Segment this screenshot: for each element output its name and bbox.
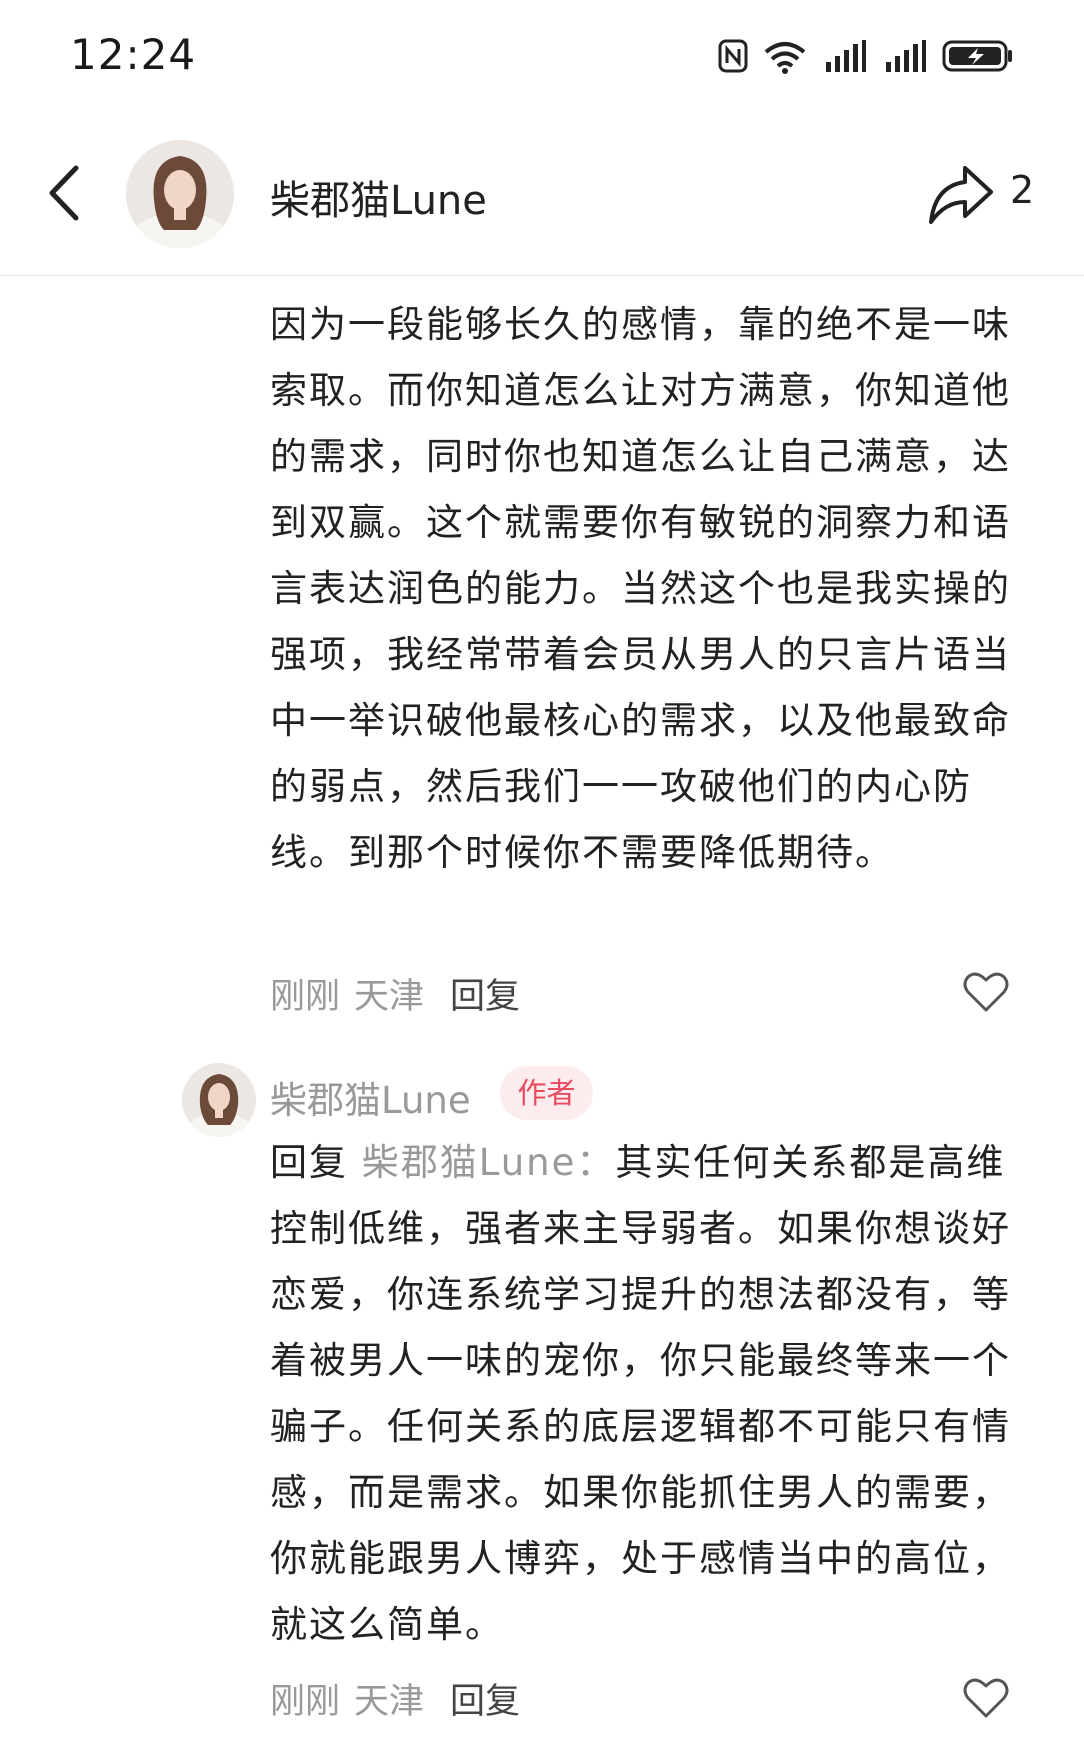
share-count: 2 xyxy=(1010,168,1035,212)
reply-button[interactable]: 回复 xyxy=(450,977,520,1017)
header: 柴郡猫Lune 2 xyxy=(0,120,1084,276)
header-user-name[interactable]: 柴郡猫Lune xyxy=(270,168,487,226)
battery-icon xyxy=(942,38,1014,74)
reply-like-button[interactable] xyxy=(962,1676,1010,1720)
reply-time: 刚刚 xyxy=(270,1682,341,1722)
status-time: 12:24 xyxy=(70,30,197,79)
reply-target-name[interactable]: 柴郡猫Lune： xyxy=(362,1141,616,1184)
signal-icon-2 xyxy=(882,38,928,74)
share-button[interactable] xyxy=(925,162,997,228)
heart-icon xyxy=(963,972,1009,1012)
signal-icon-1 xyxy=(822,38,868,74)
comment-time: 刚刚 xyxy=(270,977,341,1017)
reply-reply-button[interactable]: 回复 xyxy=(450,1682,520,1722)
reply-text-block: 回复 柴郡猫Lune：其实任何关系都是高维控制低维，强者来主导弱者。如果你想谈好… xyxy=(270,1130,1030,1658)
nfc-icon xyxy=(718,39,748,73)
wifi-icon xyxy=(762,38,808,74)
comment-meta: 刚刚 天津 回复 xyxy=(270,968,520,1018)
back-button[interactable] xyxy=(40,158,90,228)
reply-text: 其实任何关系都是高维控制低维，强者来主导弱者。如果你想谈好恋爱，你连系统学习提升… xyxy=(270,1141,1011,1646)
comment-text: 因为一段能够长久的感情，靠的绝不是一味索取。而你知道怎么让对方满意，你知道他的需… xyxy=(270,303,1011,874)
status-bar: 12:24 xyxy=(0,0,1084,110)
reply-prefix: 回复 xyxy=(270,1141,348,1184)
avatar[interactable] xyxy=(126,140,234,248)
like-button[interactable] xyxy=(962,970,1010,1014)
heart-icon xyxy=(963,1678,1009,1718)
reply-avatar[interactable] xyxy=(182,1063,256,1137)
reply-location: 天津 xyxy=(354,1682,425,1722)
reply-user-name[interactable]: 柴郡猫Lune xyxy=(270,1070,471,1124)
author-badge: 作者 xyxy=(500,1066,593,1120)
share-icon xyxy=(929,166,993,224)
chevron-left-icon xyxy=(49,165,79,221)
reply-meta: 刚刚 天津 回复 xyxy=(270,1673,520,1723)
status-icons xyxy=(718,34,1014,78)
comment-location: 天津 xyxy=(354,977,425,1017)
